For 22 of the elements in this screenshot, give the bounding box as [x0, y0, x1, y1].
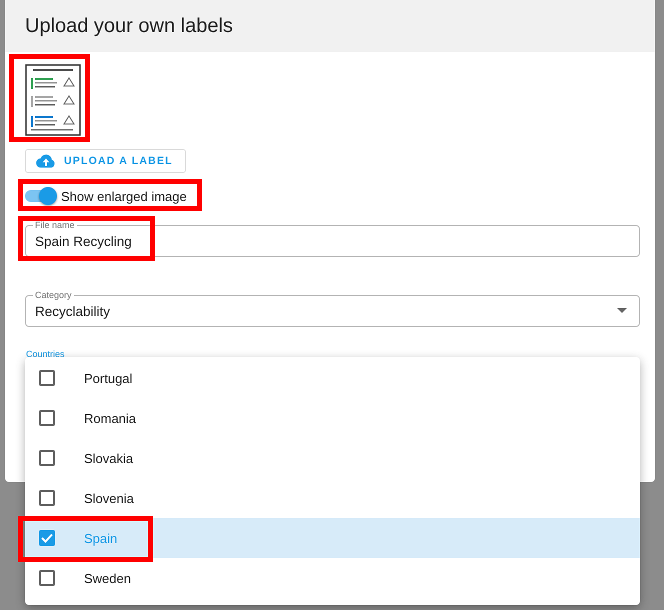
checkbox[interactable]: [39, 410, 55, 426]
checkbox[interactable]: [39, 530, 55, 546]
menu-option[interactable]: Portugal: [25, 358, 640, 398]
menu-option[interactable]: Sweden: [25, 558, 640, 598]
toggle-switch[interactable]: [25, 187, 57, 205]
caret-icon: [617, 308, 627, 314]
menu-option[interactable]: Romania: [25, 398, 640, 438]
checkbox[interactable]: [39, 490, 55, 506]
menu-option[interactable]: Slovenia: [25, 478, 640, 518]
field-label: File name: [33, 220, 77, 230]
checkbox[interactable]: [39, 450, 55, 466]
checkbox[interactable]: [39, 370, 55, 386]
menu-option[interactable]: Slovakia: [25, 438, 640, 478]
dialog-title: Upload your own labels: [25, 14, 233, 38]
checkbox[interactable]: [39, 570, 55, 586]
cloud-upload-icon: [36, 153, 56, 169]
field-label: Category: [33, 290, 74, 300]
field-value: Spain Recycling: [35, 234, 132, 248]
switch-label: Show enlarged image: [61, 188, 187, 204]
field-value: Recyclability: [35, 304, 110, 318]
label-thumbnail: [25, 64, 81, 136]
field-label: Countries: [26, 349, 65, 359]
